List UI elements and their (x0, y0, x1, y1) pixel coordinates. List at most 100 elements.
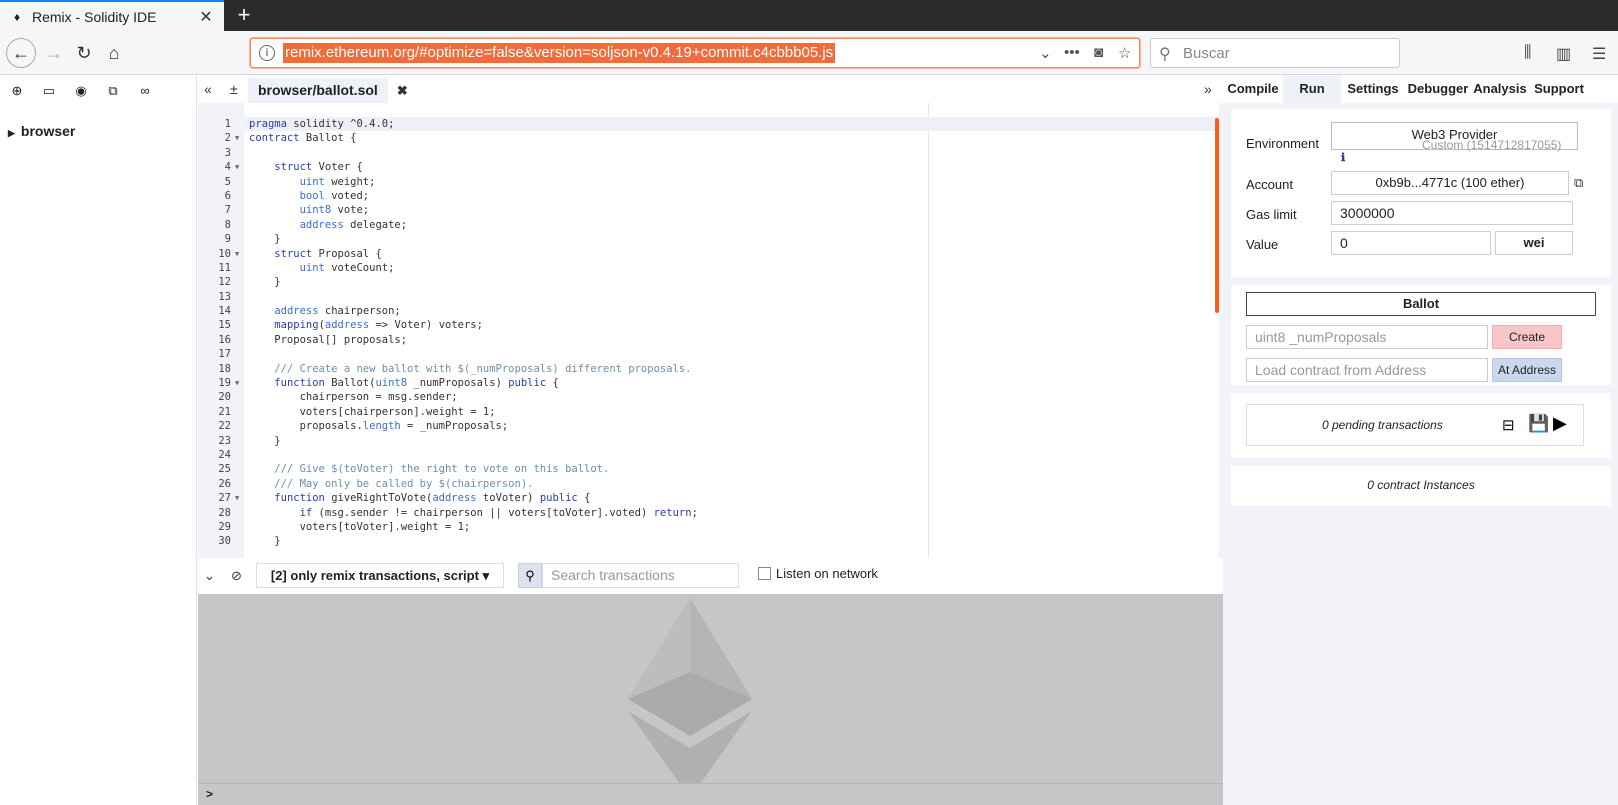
link-icon[interactable]: ∞ (136, 83, 154, 99)
value-input[interactable]: 0 (1331, 231, 1491, 255)
code-line[interactable]: 27 ▼ function giveRightToVote(address toV… (198, 491, 1223, 505)
decrease-font-icon[interactable]: ± (230, 81, 238, 97)
pending-card: 0 pending transactions ⊟ 💾 ▶ (1231, 393, 1611, 458)
play-icon[interactable]: ▶ (1553, 413, 1567, 434)
editor-scrollbar[interactable] (1215, 118, 1219, 313)
code-line[interactable]: 14 address chairperson; (198, 304, 1223, 318)
browser-search-box[interactable]: ⚲ Buscar (1150, 38, 1400, 68)
code-line[interactable]: 23 } (198, 434, 1223, 448)
listen-on-network[interactable]: Listen on network (758, 566, 878, 581)
pocket-icon[interactable]: ◙ (1094, 44, 1103, 61)
create-args-input[interactable]: uint8 _numProposals (1246, 325, 1488, 349)
copy-files-icon[interactable]: ⧉ (104, 83, 122, 99)
tab-settings[interactable]: Settings (1341, 75, 1405, 103)
code-line[interactable]: 12 } (198, 275, 1223, 289)
code-line[interactable]: 16 Proposal[] proposals; (198, 333, 1223, 347)
code-line[interactable]: 3 (198, 146, 1223, 160)
code-line[interactable]: 1 pragma solidity ^0.4.0; (198, 117, 1223, 131)
back-button[interactable]: ← (6, 38, 36, 68)
contract-select[interactable]: Ballot (1246, 292, 1596, 316)
browser-tab[interactable]: ♦ Remix - Solidity IDE ✕ (0, 0, 224, 31)
code-line[interactable]: 18 /// Create a new ballot with $(_numPr… (198, 362, 1223, 376)
code-line[interactable]: 19 ▼ function Ballot(uint8 _numProposals)… (198, 376, 1223, 390)
value-label: Value (1246, 237, 1279, 252)
code-line[interactable]: 5 uint weight; (198, 175, 1223, 189)
collapse-right-icon[interactable]: » (1204, 81, 1212, 97)
transaction-filter-dropdown[interactable]: [2] only remix transactions, script ▾ (256, 563, 504, 588)
collapse-left-icon[interactable]: « (204, 81, 212, 97)
tab-support[interactable]: Support (1529, 75, 1589, 103)
home-button[interactable]: ⌂ (100, 39, 128, 67)
address-bar[interactable]: i remix.ethereum.org/#optimize=false&ver… (250, 38, 1140, 68)
file-tree-root[interactable]: ▶ browser (8, 123, 75, 139)
at-address-button[interactable]: At Address (1492, 358, 1562, 382)
code-line[interactable]: 13 (198, 290, 1223, 304)
close-tab-icon[interactable]: ✕ (196, 7, 216, 27)
code-line[interactable]: 30 } (198, 534, 1223, 548)
terminal-output[interactable]: > (198, 594, 1223, 805)
tab-run[interactable]: Run (1283, 75, 1341, 103)
code-line[interactable]: 4 ▼ struct Voter { (198, 160, 1223, 174)
fold-arrow-icon[interactable]: ▼ (235, 247, 239, 261)
fold-arrow-icon[interactable]: ▼ (235, 376, 239, 390)
listen-on-network-checkbox[interactable] (758, 567, 771, 580)
forward-button[interactable]: → (40, 39, 68, 67)
code-line[interactable]: 17 (198, 347, 1223, 361)
code-line[interactable]: 28 if (msg.sender != chairperson || vote… (198, 506, 1223, 520)
account-select[interactable]: 0xb9b...4771c (100 ether) (1331, 171, 1569, 195)
code-line[interactable]: 11 uint voteCount; (198, 261, 1223, 275)
menu-icon[interactable]: ☰ (1592, 44, 1606, 64)
site-info-icon[interactable]: i (259, 45, 275, 61)
code-line[interactable]: 21 voters[chairperson].weight = 1; (198, 405, 1223, 419)
new-file-icon[interactable]: ⊕ (8, 83, 26, 99)
copy-address-icon[interactable]: ⧉ (1574, 175, 1583, 191)
fold-arrow-icon[interactable]: ▼ (235, 131, 239, 145)
code-line[interactable]: 29 voters[toVoter].weight = 1; (198, 520, 1223, 534)
new-tab-button[interactable]: + (232, 3, 256, 27)
code-line[interactable]: 20 chairperson = msg.sender; (198, 390, 1223, 404)
save-icon[interactable]: 💾 (1528, 414, 1549, 434)
tab-analysis[interactable]: Analysis (1471, 75, 1529, 103)
code-line[interactable]: 25 /// Give $(toVoter) the right to vote… (198, 462, 1223, 476)
editor-file-tab[interactable]: browser/ballot.sol ✖ (248, 78, 408, 103)
code-line[interactable]: 6 bool voted; (198, 189, 1223, 203)
code-line[interactable]: 15 mapping(address => Voter) voters; (198, 318, 1223, 332)
tab-debugger[interactable]: Debugger (1405, 75, 1471, 103)
terminal-prompt: > (206, 787, 214, 801)
open-folder-icon[interactable]: ▭ (40, 83, 58, 99)
reload-button[interactable]: ↻ (70, 39, 98, 67)
caret-right-icon[interactable]: ▶ (8, 128, 15, 138)
code-editor[interactable]: 1 pragma solidity ^0.4.0; 2 ▼ contract Ballo… (198, 103, 1223, 558)
github-icon[interactable]: ◉ (72, 83, 90, 99)
value-unit-select[interactable]: wei (1495, 231, 1573, 255)
code-line[interactable]: 7 uint8 vote; (198, 203, 1223, 217)
code-line[interactable]: 26 /// May only be called by $(chairpers… (198, 477, 1223, 491)
sidebar-icon[interactable]: ▥ (1556, 44, 1571, 64)
clear-instances-icon[interactable]: ⊟ (1502, 416, 1515, 434)
terminal-input-line[interactable]: > (198, 783, 1223, 805)
clear-console-icon[interactable]: ⊘ (231, 568, 242, 584)
tab-compile[interactable]: Compile (1223, 75, 1283, 103)
create-button[interactable]: Create (1492, 325, 1562, 349)
close-file-icon[interactable]: ✖ (397, 78, 408, 103)
fold-arrow-icon[interactable]: ▼ (235, 160, 239, 174)
search-transactions-icon[interactable]: ⚲ (518, 563, 542, 588)
environment-select[interactable]: Web3 Provider Custom (1514712817055) (1331, 122, 1578, 152)
dropdown-arrow-icon[interactable]: ⌄ (1039, 44, 1052, 62)
code-line[interactable]: 22 proposals.length = _numProposals; (198, 419, 1223, 433)
page-actions-icon[interactable]: ••• (1064, 44, 1080, 61)
code-line[interactable]: 10 ▼ struct Proposal { (198, 247, 1223, 261)
code-line[interactable]: 8 address delegate; (198, 218, 1223, 232)
code-line[interactable]: 24 (198, 448, 1223, 462)
collapse-terminal-icon[interactable]: ⌄ (204, 568, 215, 584)
library-icon[interactable]: ⫼ (1524, 44, 1531, 62)
url-text[interactable]: remix.ethereum.org/#optimize=false&versi… (283, 43, 836, 63)
bookmark-star-icon[interactable]: ☆ (1118, 44, 1131, 62)
code-line[interactable]: 9 } (198, 232, 1223, 246)
search-transactions-input[interactable]: Search transactions (542, 563, 739, 588)
load-address-input[interactable]: Load contract from Address (1246, 358, 1488, 382)
info-icon[interactable]: ℹ (1341, 151, 1345, 164)
fold-arrow-icon[interactable]: ▼ (235, 491, 239, 505)
code-line[interactable]: 2 ▼ contract Ballot { (198, 131, 1223, 145)
gas-limit-input[interactable]: 3000000 (1331, 201, 1573, 225)
